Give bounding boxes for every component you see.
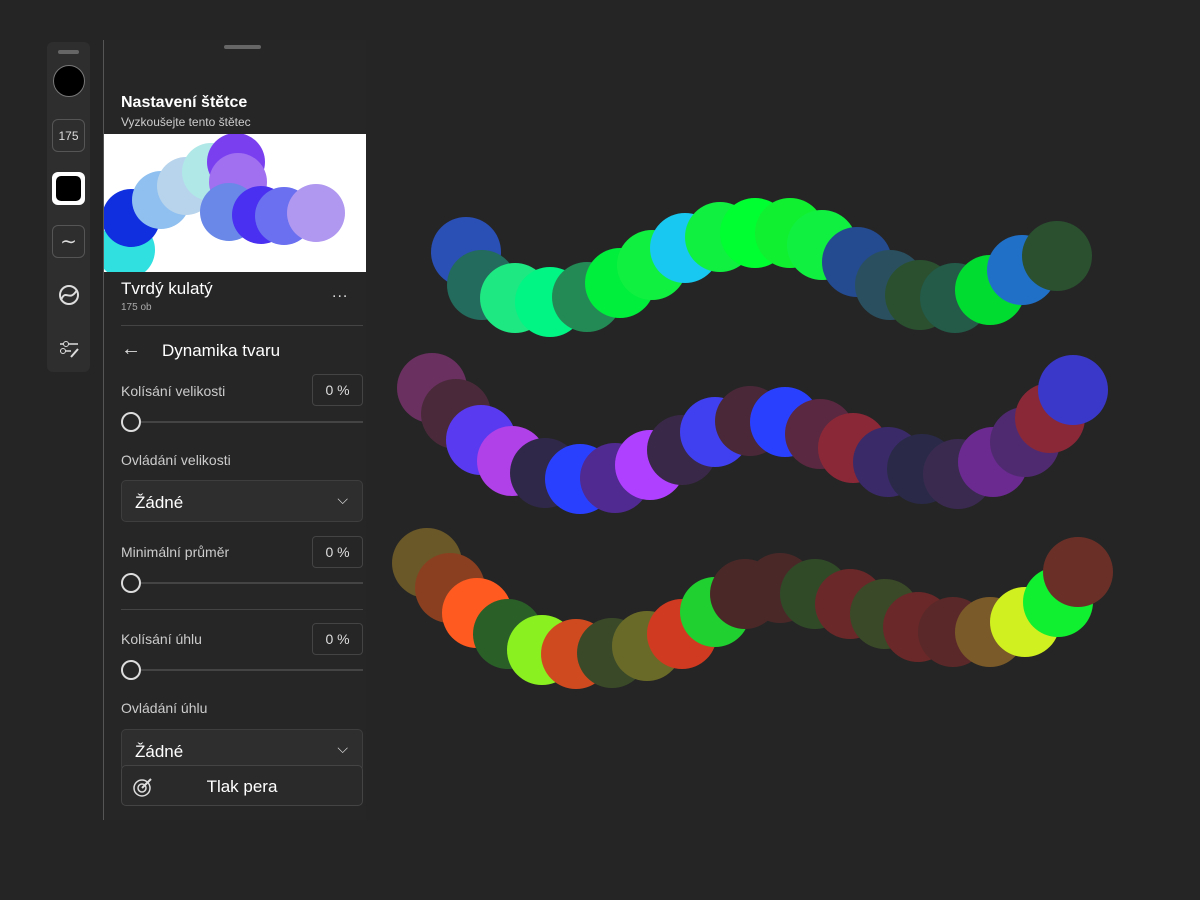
brush-size-label: 175 ob — [121, 302, 152, 313]
angle-control-label: Ovládání úhlu — [121, 700, 208, 716]
size-control-value: Žádné — [135, 493, 184, 512]
angle-control-value: Žádné — [135, 742, 184, 761]
size-jitter-slider[interactable] — [121, 412, 363, 432]
brush-dab — [1022, 221, 1092, 291]
angle-jitter-label: Kolísání úhlu — [121, 631, 202, 647]
pen-pressure-label: Tlak pera — [206, 777, 278, 796]
brush-name: Tvrdý kulatý — [121, 279, 213, 298]
panel-drag-handle[interactable] — [224, 45, 261, 49]
panel-title: Nastavení štětce — [121, 94, 248, 111]
tool-toolbar: 175 ∼ — [47, 42, 90, 372]
min-diameter-slider[interactable] — [121, 573, 363, 593]
more-options-button[interactable]: ... — [332, 284, 348, 302]
panel-subtitle: Vyzkoušejte tento štětec — [121, 115, 251, 129]
color-swatch-button[interactable] — [52, 64, 85, 97]
pen-pressure-button[interactable]: Tlak pera — [121, 765, 363, 806]
preview-dab — [287, 184, 345, 242]
slider-knob[interactable] — [121, 573, 141, 593]
size-jitter-value[interactable]: 0 % — [312, 374, 363, 406]
min-diameter-label: Minimální průměr — [121, 544, 230, 560]
chevron-down-icon: ⌵ — [337, 491, 348, 507]
smoothing-icon[interactable]: ∼ — [52, 225, 85, 258]
brush-settings-icon[interactable] — [52, 332, 85, 365]
chevron-down-icon: ⌵ — [337, 740, 348, 756]
brush-dab — [1038, 355, 1108, 425]
angle-jitter-slider[interactable] — [121, 660, 363, 680]
size-jitter-label: Kolísání velikosti — [121, 383, 226, 399]
brush-settings-panel: Nastavení štětce Vyzkoušejte tento štěte… — [103, 40, 366, 820]
brush-preview-area[interactable] — [104, 134, 366, 272]
pen-pressure-icon — [132, 776, 154, 803]
slider-knob[interactable] — [121, 660, 141, 680]
slider-knob[interactable] — [121, 412, 141, 432]
min-diameter-value[interactable]: 0 % — [312, 536, 363, 568]
brush-mode-icon[interactable] — [52, 278, 85, 311]
toolbar-grip[interactable] — [58, 50, 79, 54]
brush-dab — [1043, 537, 1113, 607]
divider — [121, 325, 363, 326]
brush-size-button[interactable]: 175 — [52, 119, 85, 152]
size-control-label: Ovládání velikosti — [121, 452, 231, 468]
angle-jitter-value[interactable]: 0 % — [312, 623, 363, 655]
section-title: Dynamika tvaru — [162, 341, 281, 360]
divider — [121, 609, 363, 610]
brush-shape-button[interactable] — [52, 172, 85, 205]
back-arrow-icon[interactable]: ← — [121, 338, 141, 361]
size-control-dropdown[interactable]: Žádné ⌵ — [121, 480, 363, 522]
